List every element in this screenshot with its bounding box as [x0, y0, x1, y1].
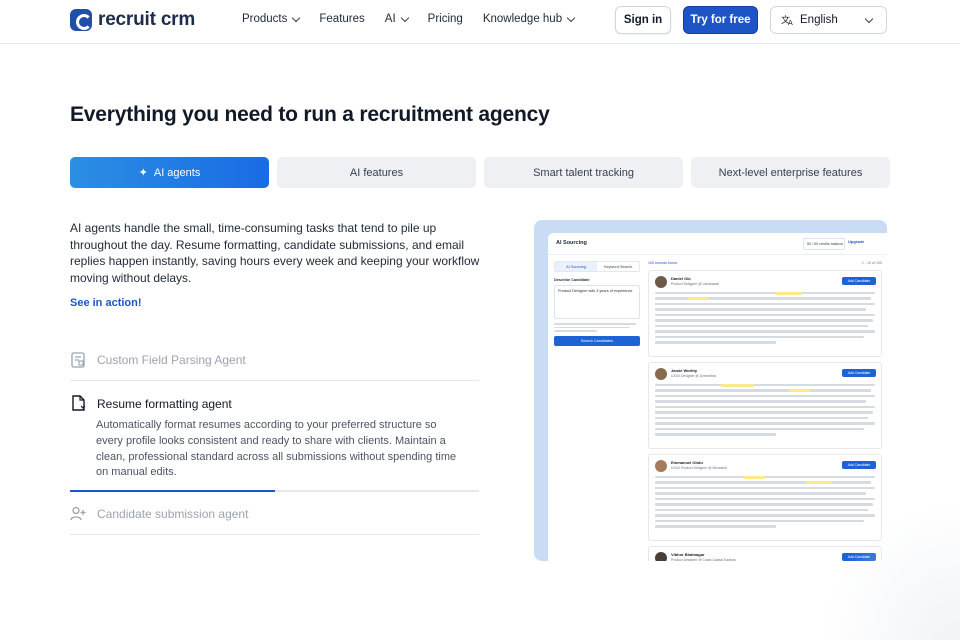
chevron-down-icon: [292, 13, 301, 22]
agent-title: Custom Field Parsing Agent: [97, 352, 246, 367]
preview-hint-lines: [554, 323, 640, 332]
site-header: recruit crm Products Features AI Pricing…: [0, 0, 960, 44]
agent-title: Resume formatting agent: [97, 396, 232, 411]
nav-features[interactable]: Features: [319, 13, 364, 25]
divider: [70, 534, 479, 535]
agent-candidate-submission[interactable]: Candidate submission agent: [70, 505, 479, 522]
svg-text:A: A: [788, 19, 793, 26]
nav-knowledge-hub-label: Knowledge hub: [482, 13, 563, 25]
tab-smart-talent-tracking-label: Smart talent tracking: [533, 166, 634, 179]
logo[interactable]: recruit crm: [70, 9, 195, 31]
preview-describe-label: Describe Candidate: [554, 278, 590, 282]
language-select[interactable]: 文A English: [770, 6, 887, 34]
preview-candidate-role: Product Designer @ Landscastr: [671, 282, 720, 286]
preview-add-candidate-button: Add Candidate: [842, 461, 876, 469]
nav-pricing-label: Pricing: [427, 13, 463, 25]
document-format-icon: [70, 395, 87, 412]
chevron-down-icon: [566, 13, 576, 22]
preview-candidate-name: Emmanuel Olotu: [671, 460, 703, 465]
language-label: English: [800, 14, 838, 26]
preview-search-button: Search Candidates: [554, 335, 640, 346]
preview-header: AI Sourcing 50 / 50 credits balance Upgr…: [548, 233, 887, 255]
preview-pagination: 1 - 10 of 100: [861, 261, 882, 265]
nav-knowledge-hub[interactable]: Knowledge hub: [482, 13, 576, 25]
translate-icon: 文A: [781, 14, 793, 26]
tab-ai-agents-label: AI agents: [153, 166, 201, 179]
tab-ai-features-label: AI features: [349, 166, 404, 179]
nav-products[interactable]: Products: [242, 13, 301, 25]
feature-tabs: ✦ AI agents AI features Smart talent tra…: [70, 157, 890, 188]
preview-candidate-card: Daniel Oki Product Designer @ Landscastr A…: [648, 270, 882, 357]
avatar: [655, 368, 667, 380]
preview-add-candidate-button: Add Candidate: [842, 277, 876, 285]
preview-results-bar: 100 records found 1 - 10 of 100: [648, 261, 882, 265]
tab-ai-agents[interactable]: ✦ AI agents: [70, 157, 269, 188]
preview-candidate-summary: [655, 291, 875, 347]
logo-mark-icon: [70, 9, 92, 31]
sign-in-button[interactable]: Sign in: [615, 6, 671, 34]
agent-custom-field-parsing[interactable]: Custom Field Parsing Agent: [70, 351, 479, 368]
preview-credits: 50 / 50 credits balance: [803, 238, 845, 250]
page-title: Everything you need to run a recruitment…: [70, 103, 550, 126]
preview-tab: AI Sourcing: [555, 262, 597, 271]
see-in-action-link[interactable]: See in action!: [70, 297, 142, 309]
tab-smart-talent-tracking[interactable]: Smart talent tracking: [484, 157, 683, 188]
nav-features-label: Features: [319, 13, 365, 25]
chevron-down-icon: [400, 13, 409, 22]
tab-enterprise-features[interactable]: Next-level enterprise features: [691, 157, 890, 188]
nav-pricing[interactable]: Pricing: [428, 13, 463, 25]
preview-candidate-role: Product Designer @ Coast Capital Savings: [671, 558, 736, 561]
preview-candidate-card: Jamie Worthy UX/UI Designer @ Dreamflow Ad…: [648, 362, 882, 449]
nav-ai[interactable]: AI: [384, 13, 409, 25]
preview-add-candidate-button: Add Candidate: [842, 369, 876, 377]
document-parse-icon: [70, 351, 87, 368]
preview-candidate-summary: [655, 383, 875, 439]
agent-title: Candidate submission agent: [97, 506, 249, 521]
preview-candidate-name: Daniel Oki: [671, 276, 691, 281]
logo-text: recruit crm: [98, 9, 196, 30]
avatar: [655, 276, 667, 288]
agent-progress-bar: [70, 490, 479, 492]
preview-query: Product Designer with 3 years of experie…: [554, 285, 640, 319]
preview-candidate-role: UX/UI Designer @ Dreamflow: [671, 374, 717, 378]
sparkle-icon: ✦: [138, 167, 148, 179]
avatar: [655, 460, 667, 472]
preview-tabs: AI Sourcing Keyword Search: [554, 261, 640, 272]
nav-products-label: Products: [242, 13, 288, 25]
preview-candidate-name: Jamie Worthy: [671, 368, 698, 373]
main-nav: Products Features AI Pricing Knowledge h…: [242, 13, 594, 25]
try-for-free-button[interactable]: Try for free: [683, 6, 758, 34]
divider: [70, 380, 479, 381]
agent-description: Automatically format resumes according t…: [96, 419, 457, 479]
nav-ai-label: AI: [384, 13, 396, 25]
background-decoration: [820, 500, 960, 640]
preview-found: 100 records found: [648, 261, 677, 265]
preview-upgrade: Upgrade: [848, 239, 865, 244]
agent-progress-fill: [70, 490, 275, 492]
preview-search-panel: AI Sourcing Keyword Search Describe Cand…: [554, 261, 640, 346]
preview-candidate-name: Vibhor Bhatnagar: [671, 552, 705, 557]
tab-ai-features[interactable]: AI features: [277, 157, 476, 188]
chevron-down-icon: [864, 14, 874, 24]
preview-candidate-role: UX/UI Product Designer @ Micratech: [671, 466, 728, 470]
section-description: AI agents handle the small, time-consumi…: [70, 221, 480, 285]
preview-title: AI Sourcing: [556, 240, 587, 246]
preview-tab: Keyword Search: [604, 264, 632, 269]
agent-resume-formatting[interactable]: Resume formatting agent Automatically fo…: [70, 395, 479, 481]
avatar: [655, 552, 667, 561]
user-add-icon: [70, 505, 87, 522]
tab-enterprise-features-label: Next-level enterprise features: [718, 166, 863, 179]
